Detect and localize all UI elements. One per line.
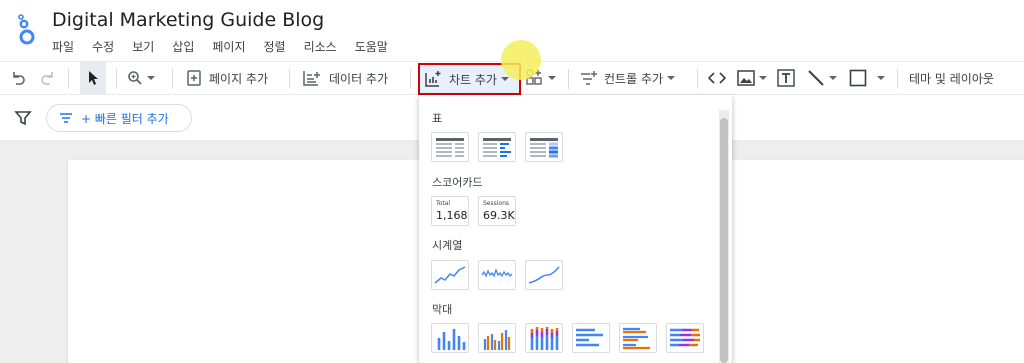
scorecard-option[interactable]: Total 1,168: [431, 196, 469, 226]
add-page-label: 페이지 추가: [209, 71, 269, 86]
table-bars-chart-option[interactable]: [478, 132, 516, 162]
smoothed-timeseries-option[interactable]: [525, 260, 563, 290]
text-box-icon[interactable]: [777, 62, 795, 94]
scorecard-compact-option[interactable]: Sessions 69.3K: [478, 196, 516, 226]
menu-page[interactable]: 페이지: [212, 38, 253, 55]
timeseries-chart-option[interactable]: [431, 260, 469, 290]
sparkline-chart-option[interactable]: [478, 260, 516, 290]
add-control-button[interactable]: 컨트롤 추가: [580, 62, 676, 94]
add-quick-filter-button[interactable]: + 빠른 필터 추가: [46, 104, 192, 132]
select-cursor-icon[interactable]: [80, 62, 106, 94]
menu-edit[interactable]: 수정: [92, 38, 122, 55]
table-heatmap-chart-option[interactable]: [525, 132, 563, 162]
table-chart-option[interactable]: [431, 132, 469, 162]
menu-view[interactable]: 보기: [132, 38, 162, 55]
scorecard-label: Sessions: [483, 200, 510, 207]
add-chart-label: 차트 추가: [449, 72, 497, 87]
scorecard-label: Total: [436, 200, 451, 207]
image-icon[interactable]: [737, 62, 767, 94]
redo-icon[interactable]: [40, 62, 56, 94]
stacked-column-chart-option[interactable]: [525, 323, 563, 353]
theme-layout-button[interactable]: 테마 및 레이아웃: [909, 62, 994, 94]
looker-studio-logo-icon[interactable]: [16, 14, 38, 46]
grouped-column-chart-option[interactable]: [478, 323, 516, 353]
add-page-button[interactable]: 페이지 추가: [186, 62, 268, 94]
add-control-label: 컨트롤 추가: [604, 71, 664, 86]
zoom-icon[interactable]: [127, 62, 155, 94]
filter-icon[interactable]: [14, 109, 32, 127]
chart-type-menu: 표 스코어카드 Total 1,168 Sessions 69.3K 시계열 막…: [419, 95, 732, 363]
bar-chart-option[interactable]: [572, 323, 610, 353]
section-scorecard: 스코어카드: [432, 176, 483, 189]
column-chart-option[interactable]: [431, 323, 469, 353]
add-data-label: 데이터 추가: [329, 71, 389, 86]
code-icon[interactable]: [708, 62, 726, 94]
grouped-bar-chart-option[interactable]: [619, 323, 657, 353]
menu-resource[interactable]: 리소스: [304, 38, 345, 55]
scorecard-value: 1,168: [436, 209, 468, 222]
undo-icon[interactable]: [10, 62, 26, 94]
quick-filter-label: + 빠른 필터 추가: [81, 111, 169, 126]
add-data-button[interactable]: 데이터 추가: [302, 62, 388, 94]
menu-help[interactable]: 도움말: [355, 38, 396, 55]
cursor-highlight: [501, 40, 541, 80]
menu-file[interactable]: 파일: [52, 38, 82, 55]
section-timeseries: 시계열: [432, 239, 463, 252]
section-bar: 막대: [432, 303, 453, 316]
shape-icon[interactable]: [849, 62, 885, 94]
line-icon[interactable]: [807, 62, 837, 94]
app: Digital Marketing Guide Blog 파일 수정 보기 삽입…: [0, 0, 1024, 363]
stacked-bar-chart-option[interactable]: [666, 323, 704, 353]
filter-list-icon: [60, 113, 72, 123]
chart-menu-scrollbar-thumb[interactable]: [720, 118, 728, 363]
report-title[interactable]: Digital Marketing Guide Blog: [52, 9, 324, 31]
menu-arrange[interactable]: 정렬: [264, 38, 294, 55]
scorecard-value: 69.3K: [483, 209, 515, 222]
section-table: 표: [432, 112, 443, 125]
menu-bar: 파일 수정 보기 삽입 페이지 정렬 리소스 도움말: [52, 38, 406, 55]
menu-insert[interactable]: 삽입: [172, 38, 202, 55]
